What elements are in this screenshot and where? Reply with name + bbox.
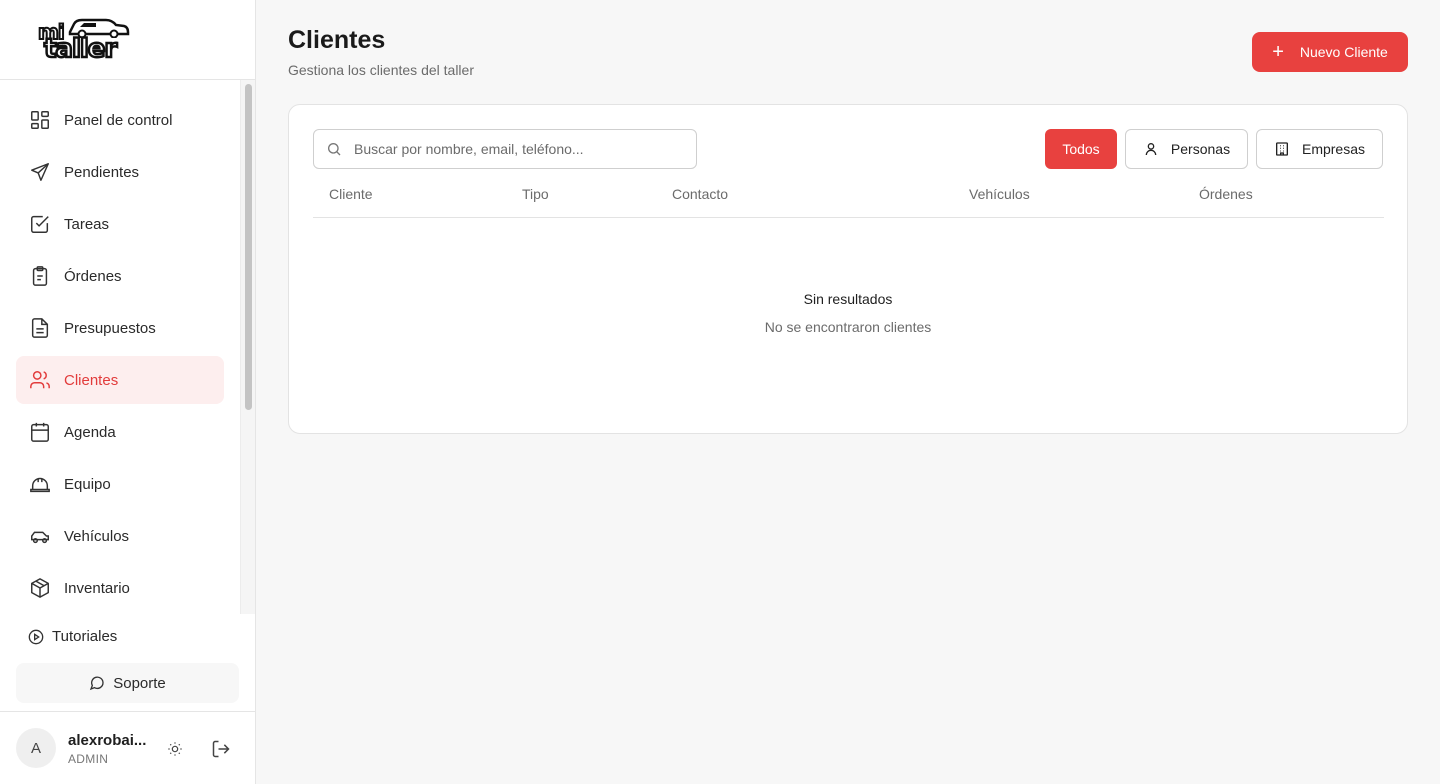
sidebar-nav: Panel de control Pendientes Tareas Órden… — [0, 80, 240, 614]
hard-hat-icon — [28, 472, 52, 496]
sidebar-item-label: Agenda — [64, 423, 116, 441]
sidebar-scrollbar[interactable] — [240, 80, 255, 614]
logo-text-taller: taller — [43, 32, 119, 65]
play-circle-icon — [28, 629, 44, 645]
filter-companies-label: Empresas — [1301, 141, 1366, 157]
sidebar-item-tareas[interactable]: Tareas — [16, 200, 224, 248]
send-icon — [28, 160, 52, 184]
support-button[interactable]: Soporte — [16, 663, 239, 703]
sidebar-item-panel-de-control[interactable]: Panel de control — [16, 96, 224, 144]
filter-companies-button[interactable]: Empresas — [1256, 129, 1383, 169]
car-icon — [28, 524, 52, 548]
sidebar-item-label: Vehículos — [64, 527, 130, 545]
support-label: Soporte — [113, 674, 166, 692]
sidebar-item-agenda[interactable]: Agenda — [16, 408, 224, 456]
brand-logo[interactable]: mi taller — [36, 16, 132, 65]
user-role: ADMIN — [68, 752, 109, 766]
sun-icon — [168, 742, 182, 756]
sidebar-item-pendientes[interactable]: Pendientes — [16, 148, 224, 196]
search-icon — [326, 141, 342, 157]
building-icon — [1274, 141, 1290, 157]
avatar[interactable]: A — [16, 728, 56, 768]
scrollbar-thumb[interactable] — [245, 84, 252, 410]
user-icon — [1143, 141, 1159, 157]
filter-all-button[interactable]: Todos — [1045, 129, 1117, 169]
sidebar-item-clientes[interactable]: Clientes — [16, 356, 224, 404]
sidebar: mi taller Panel de control Pendientes Ta… — [0, 0, 256, 784]
user-name: alexrobai... — [68, 732, 147, 749]
search-box[interactable] — [313, 129, 697, 169]
filter-persons-button[interactable]: Personas — [1125, 129, 1248, 169]
sidebar-item-equipo[interactable]: Equipo — [16, 460, 224, 508]
page-subtitle: Gestiona los clientes del taller — [288, 62, 474, 78]
sidebar-item-label: Clientes — [64, 371, 119, 389]
column-header-ordenes[interactable]: Órdenes — [1199, 186, 1253, 202]
document-icon — [28, 316, 52, 340]
tutorials-link[interactable]: Tutoriales — [28, 628, 117, 645]
empty-state-subtitle: No se encontraron clientes — [764, 319, 932, 335]
sidebar-item-vehiculos[interactable]: Vehículos — [16, 512, 224, 560]
column-header-vehiculos[interactable]: Vehículos — [969, 186, 1030, 202]
users-icon — [28, 368, 52, 392]
checkbox-icon — [28, 212, 52, 236]
sidebar-item-label: Panel de control — [64, 111, 173, 129]
sidebar-item-inventario[interactable]: Inventario — [16, 564, 224, 612]
clipboard-icon — [28, 264, 52, 288]
sidebar-item-label: Tareas — [64, 215, 110, 233]
sidebar-item-label: Presupuestos — [64, 319, 156, 337]
new-client-label: Nuevo Cliente — [1299, 44, 1388, 60]
theme-toggle-button[interactable] — [164, 738, 186, 760]
message-circle-icon — [89, 675, 105, 691]
sidebar-item-label: Equipo — [64, 475, 111, 493]
filter-all-label: Todos — [1062, 141, 1100, 157]
dashboard-icon — [28, 108, 52, 132]
logout-icon — [212, 740, 230, 758]
logout-button[interactable] — [210, 738, 232, 760]
user-bar: A alexrobai... ADMIN — [0, 711, 255, 784]
search-input[interactable] — [354, 141, 674, 157]
column-header-contacto[interactable]: Contacto — [672, 186, 728, 202]
logo-area: mi taller — [0, 0, 255, 80]
page-title: Clientes — [288, 26, 386, 54]
column-header-tipo[interactable]: Tipo — [522, 186, 549, 202]
clients-card: Todos Personas Empresas Cliente Tipo Con… — [288, 104, 1408, 434]
table-header: Cliente Tipo Contacto Vehículos Órdenes — [313, 169, 1384, 218]
tutorials-label: Tutoriales — [52, 628, 118, 645]
sidebar-item-label: Inventario — [64, 579, 130, 597]
sidebar-item-label: Órdenes — [64, 267, 122, 285]
empty-state-title: Sin resultados — [803, 291, 893, 307]
plus-icon: + — [1272, 41, 1284, 63]
column-header-cliente[interactable]: Cliente — [329, 186, 373, 202]
sidebar-item-presupuestos[interactable]: Presupuestos — [16, 304, 224, 352]
sidebar-item-ordenes[interactable]: Órdenes — [16, 252, 224, 300]
box-icon — [28, 576, 52, 600]
new-client-button[interactable]: + Nuevo Cliente — [1252, 32, 1408, 72]
filter-persons-label: Personas — [1170, 141, 1231, 157]
sidebar-item-label: Pendientes — [64, 163, 140, 181]
calendar-icon — [28, 420, 52, 444]
